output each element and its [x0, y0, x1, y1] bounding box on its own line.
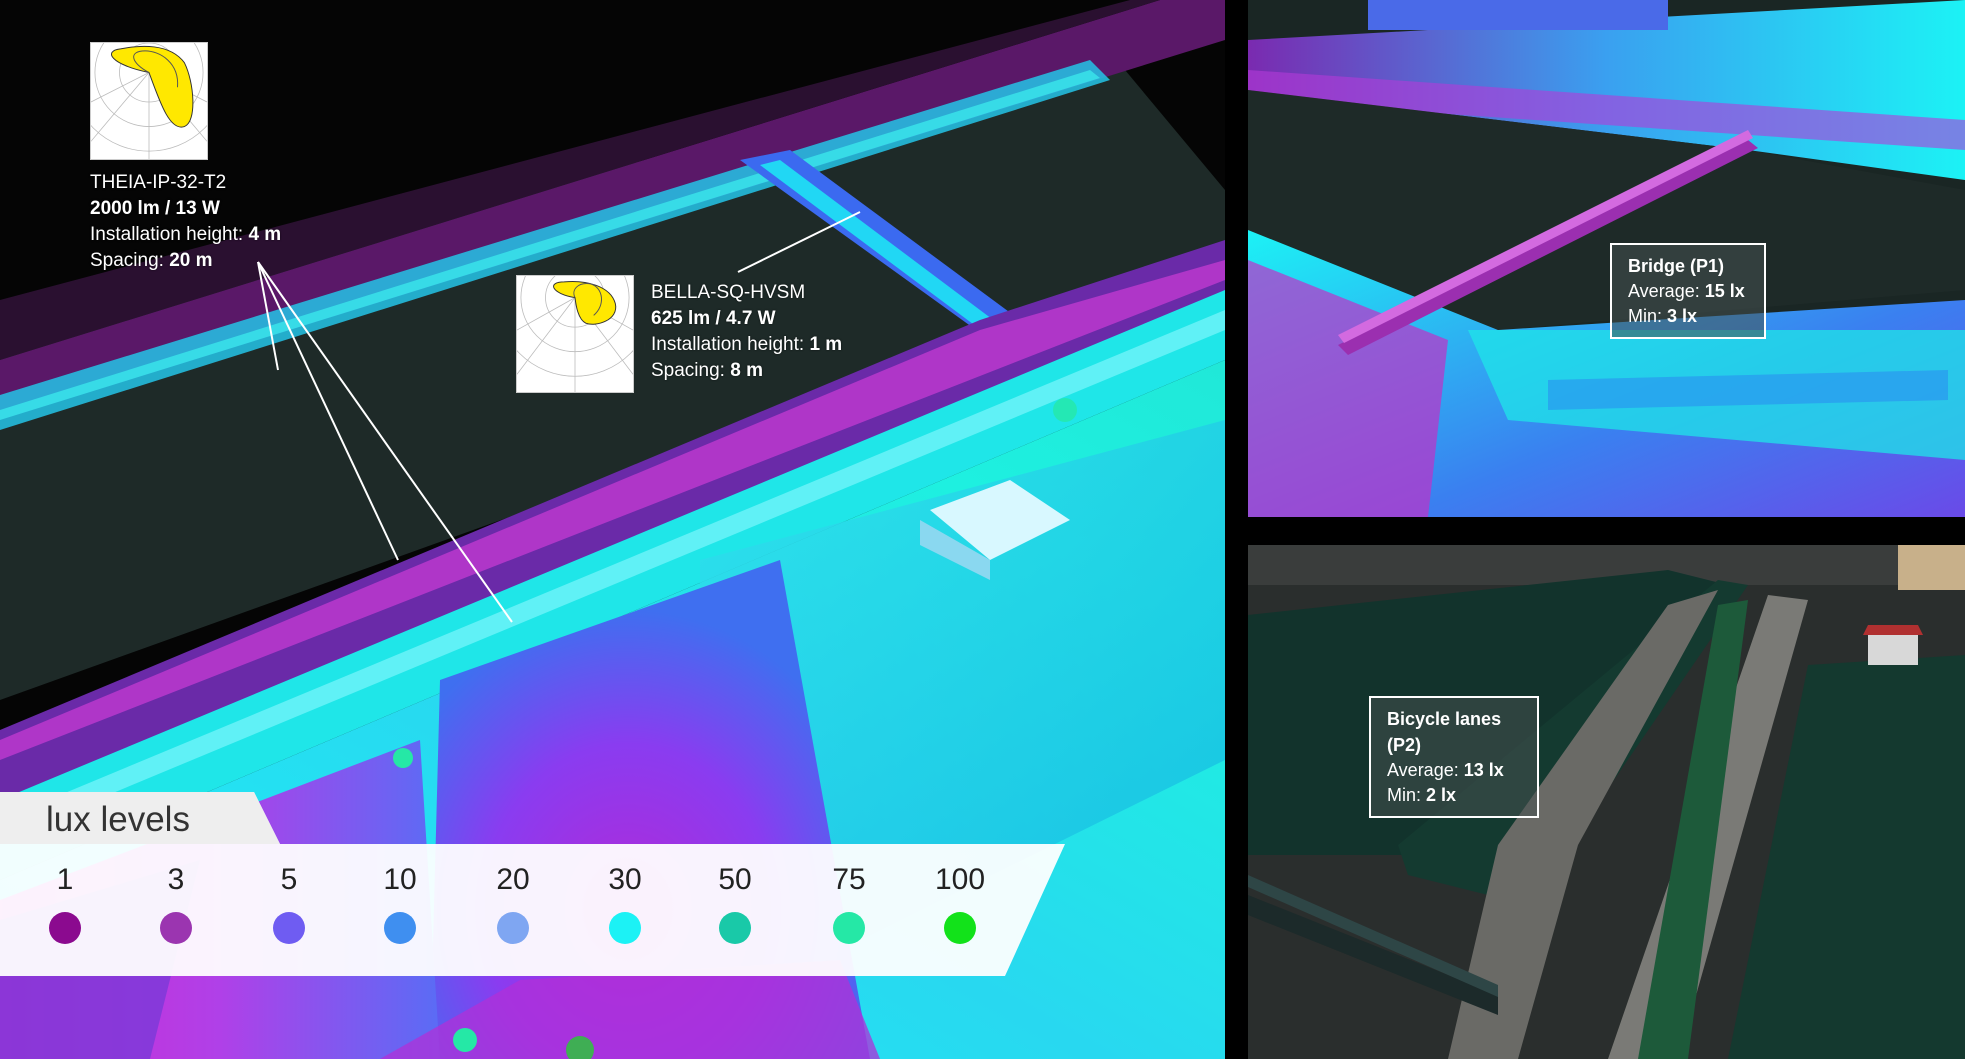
legend-item: 100 — [920, 862, 1000, 944]
main-render-panel: THEIA-IP-32-T2 2000 lm / 13 W Installati… — [0, 0, 1225, 1059]
legend-swatch — [384, 912, 416, 944]
legend-swatch — [609, 912, 641, 944]
legend-swatch — [719, 912, 751, 944]
legend-item: 75 — [809, 862, 889, 944]
legend-swatch — [273, 912, 305, 944]
zone-min: Min: 2 lx — [1387, 785, 1457, 805]
luminaire-name: THEIA-IP-32-T2 — [90, 172, 227, 193]
installation-height: Installation height: 4 m — [90, 224, 282, 245]
legend-item: 1 — [25, 862, 105, 944]
legend-item: 5 — [249, 862, 329, 944]
falsecolor-render-bridge — [1248, 0, 1965, 517]
legend-swatch — [833, 912, 865, 944]
spacing: Spacing: 20 m — [90, 250, 213, 271]
spacing: Spacing: 8 m — [651, 360, 763, 381]
zone-title: Bridge (P1) — [1628, 256, 1725, 276]
legend-title: lux levels — [46, 800, 190, 839]
legend-swatch — [497, 912, 529, 944]
zone-info-bicycle-lanes: Bicycle lanes (P2) Average: 13 lx Min: 2… — [1369, 696, 1539, 818]
installation-height: Installation height: 1 m — [651, 334, 843, 355]
zone-info-bridge: Bridge (P1) Average: 15 lx Min: 3 lx — [1610, 243, 1766, 339]
zone-title: Bicycle lanes (P2) — [1387, 709, 1502, 755]
luminaire-flux: 2000 lm / 13 W — [90, 198, 220, 219]
legend-swatch — [49, 912, 81, 944]
zone-min: Min: 3 lx — [1628, 306, 1698, 326]
legend-item: 30 — [585, 862, 665, 944]
photometric-diagram-icon — [69, 0, 229, 160]
bridge-render-panel: Bridge (P1) Average: 15 lx Min: 3 lx — [1248, 0, 1965, 517]
legend-swatch — [944, 912, 976, 944]
legend-item: 10 — [360, 862, 440, 944]
legend-item: 20 — [473, 862, 553, 944]
night-render-bicycle-lanes — [1248, 545, 1965, 1059]
photometric-diagram-icon — [495, 218, 655, 393]
luminaire-flux: 625 lm / 4.7 W — [651, 308, 776, 329]
legend-swatch — [160, 912, 192, 944]
bicycle-lanes-render-panel: Bicycle lanes (P2) Average: 13 lx Min: 2… — [1248, 545, 1965, 1059]
zone-average: Average: 13 lx — [1387, 760, 1504, 780]
luminaire-name: BELLA-SQ-HVSM — [651, 282, 806, 303]
zone-average: Average: 15 lx — [1628, 281, 1745, 301]
legend-item: 3 — [136, 862, 216, 944]
legend-item: 50 — [695, 862, 775, 944]
